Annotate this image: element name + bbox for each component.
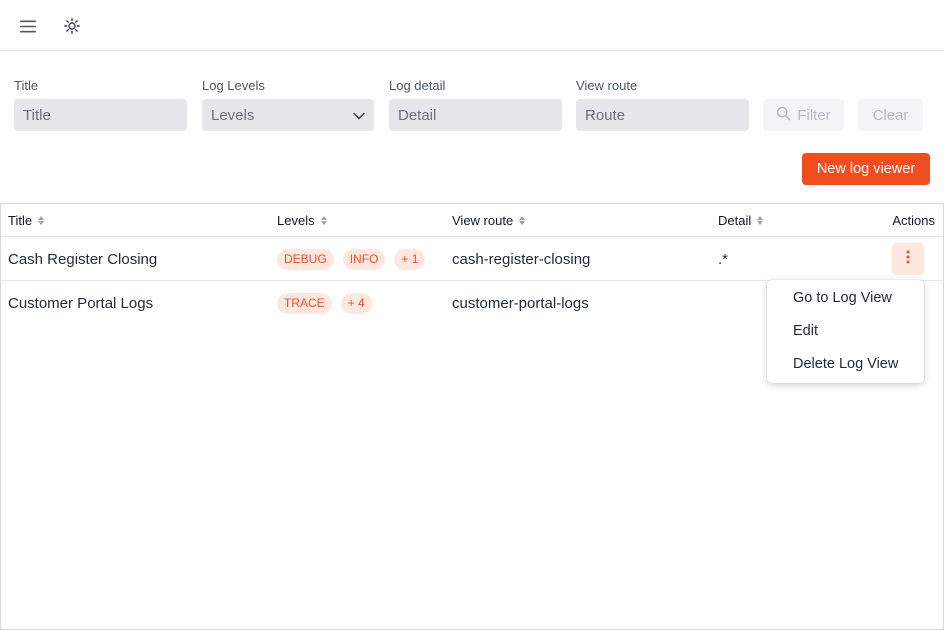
row-route: cash-register-closing — [452, 250, 591, 268]
column-header-route[interactable]: View route — [452, 204, 526, 237]
row-title: Cash Register Closing — [8, 250, 158, 268]
table-header: Title Levels View route Detail Actions — [1, 204, 943, 237]
menu-item-edit[interactable]: Edit — [767, 314, 924, 347]
log-viewers-table: Title Levels View route Detail Actions C… — [0, 203, 944, 630]
levels-filter: Log Levels Levels — [202, 78, 374, 131]
title-filter: Title — [14, 78, 187, 131]
hamburger-menu-icon[interactable] — [15, 13, 41, 39]
row-detail: .* — [718, 250, 729, 268]
levels-select-placeholder: Levels — [211, 106, 255, 124]
route-filter: View route — [576, 78, 749, 131]
more-levels-tag: + 4 — [340, 292, 372, 314]
title-filter-label: Title — [14, 78, 39, 93]
chevron-down-icon — [353, 107, 365, 124]
column-header-detail[interactable]: Detail — [718, 204, 764, 237]
column-header-route-label: View route — [452, 213, 514, 228]
column-header-title[interactable]: Title — [8, 204, 45, 237]
column-header-title-label: Title — [8, 213, 33, 228]
row-levels: DEBUG INFO + 1 — [277, 237, 426, 281]
new-log-viewer-button[interactable]: New log viewer — [802, 153, 930, 185]
column-header-detail-label: Detail — [718, 213, 752, 228]
filter-button[interactable]: Filter — [763, 99, 844, 131]
sort-icon — [320, 216, 327, 225]
column-header-levels[interactable]: Levels — [277, 204, 327, 237]
top-app-bar — [0, 0, 944, 51]
row-title: Customer Portal Logs — [8, 294, 154, 312]
level-tag: TRACE — [277, 292, 332, 314]
level-tag: INFO — [342, 248, 386, 270]
levels-select[interactable]: Levels — [202, 99, 374, 131]
column-header-actions: Actions — [892, 213, 935, 228]
more-vertical-icon — [906, 250, 910, 269]
title-filter-input[interactable] — [14, 99, 187, 131]
route-filter-input[interactable] — [576, 99, 749, 131]
more-levels-tag: + 1 — [394, 248, 426, 270]
sort-icon — [757, 216, 764, 225]
sort-icon — [519, 216, 526, 225]
detail-filter-label: Log detail — [389, 78, 446, 93]
level-tag: DEBUG — [277, 248, 334, 270]
levels-filter-label: Log Levels — [202, 78, 265, 93]
sort-icon — [38, 216, 45, 225]
menu-item-delete-log-view[interactable]: Delete Log View — [767, 347, 924, 380]
row-levels: TRACE + 4 — [277, 281, 372, 325]
detail-filter-input[interactable] — [389, 99, 562, 131]
filter-bar: Title Log Levels Levels Log detail View … — [0, 51, 944, 151]
route-filter-label: View route — [576, 78, 638, 93]
table-row[interactable]: Cash Register Closing DEBUG INFO + 1 cas… — [1, 237, 943, 281]
detail-filter: Log detail — [389, 78, 562, 131]
filter-button-label: Filter — [797, 106, 831, 124]
row-actions-menu: Go to Log View Edit Delete Log View — [767, 280, 924, 383]
clear-button[interactable]: Clear — [858, 99, 923, 131]
row-actions-button[interactable] — [892, 243, 924, 275]
sun-icon[interactable] — [59, 13, 85, 39]
search-icon — [776, 106, 791, 125]
menu-item-go-to-log-view[interactable]: Go to Log View — [767, 281, 924, 314]
column-header-levels-label: Levels — [277, 213, 315, 228]
row-route: customer-portal-logs — [452, 294, 589, 312]
